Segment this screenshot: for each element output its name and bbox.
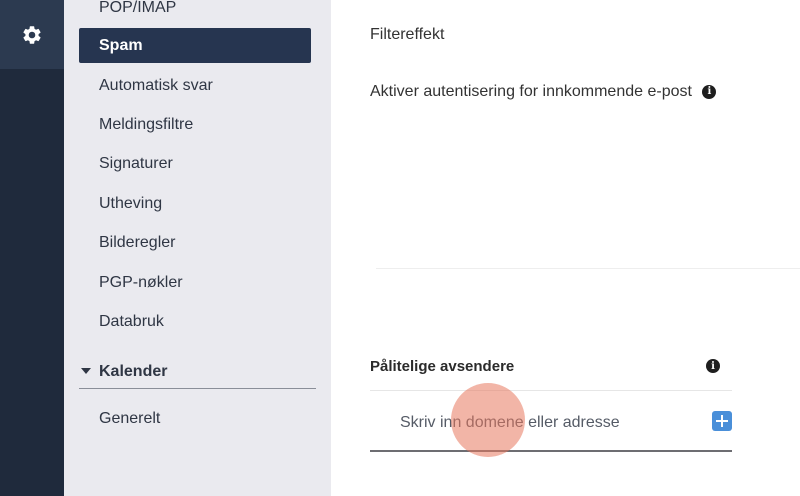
trusted-senders-input-wrap [370,400,732,452]
add-trusted-sender-button[interactable] [712,411,732,431]
trusted-senders-info-icon[interactable]: i [706,359,720,373]
sidebar-item-spam[interactable]: Spam [79,28,311,63]
trusted-senders-header-divider [370,390,732,391]
section-divider [376,268,800,269]
sidebar-item-auto-reply[interactable]: Automatisk svar [79,68,311,103]
plus-icon [716,415,728,427]
sidebar-item-message-filters[interactable]: Meldingsfiltre [79,107,311,142]
info-icon[interactable]: i [702,84,717,99]
sidebar-item-general[interactable]: Generelt [79,401,311,436]
sidebar-item-data-usage[interactable]: Databruk [79,304,311,339]
trusted-sender-input[interactable] [400,408,624,438]
gear-icon [23,25,41,44]
trusted-senders-title: Pålitelige avsendere [370,358,515,375]
sidebar-section-calendar[interactable]: Kalender [79,358,316,389]
sidebar-item-highlighting[interactable]: Utheving [79,186,311,221]
sidebar-item-signatures[interactable]: Signaturer [79,146,311,181]
auth-setting-row: Aktiver autentisering for innkommende e-… [370,83,717,101]
sidebar-item-pop-imap[interactable]: POP/IMAP [79,0,311,25]
sidebar-item-image-rules[interactable]: Bilderegler [79,225,311,260]
sidebar-section-label: Kalender [99,363,168,380]
auth-setting-label: Aktiver autentisering for innkommende e-… [370,83,692,100]
caret-down-icon [81,367,91,374]
sidebar-item-pgp-keys[interactable]: PGP-nøkler [79,265,311,300]
settings-button[interactable] [0,0,64,69]
settings-rail [0,0,64,496]
settings-sidebar: POP/IMAP Spam Automatisk svar Meldingsfi… [64,0,331,496]
filter-effect-label: Filtereffekt [370,26,445,43]
